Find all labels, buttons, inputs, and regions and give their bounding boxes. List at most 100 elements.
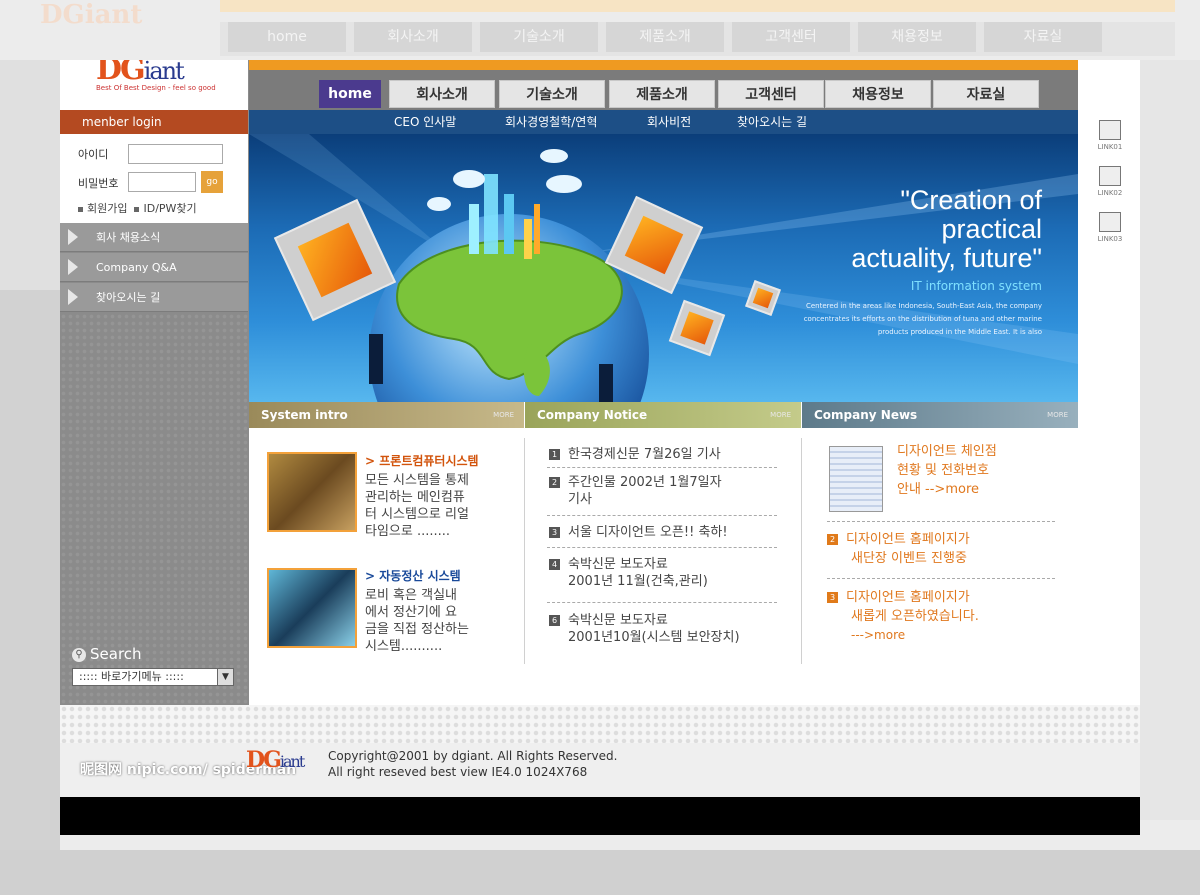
ghost-nav-item: 채용정보	[858, 22, 976, 52]
select-value: ::::: 바로가기메뉴 :::::	[79, 670, 184, 683]
main-nav: home 회사소개 기술소개 제품소개 고객센터 채용정보 자료실	[249, 70, 1078, 110]
login-links: 회원가입 ID/PW찾기	[78, 200, 197, 216]
more-link[interactable]: MORE	[1047, 402, 1068, 428]
notice-item[interactable]: 4 숙박신문 보도자료 2001년 11월(건축,관리)	[549, 556, 779, 590]
system-item-title[interactable]: > 자동정산 시스템	[365, 567, 461, 584]
nav-home[interactable]: home	[319, 80, 381, 108]
ghost-nav-item: 자료실	[984, 22, 1102, 52]
id-input[interactable]	[128, 144, 223, 164]
company-notice-header: Company Notice MORE	[525, 402, 801, 428]
divider	[827, 521, 1055, 522]
text-line: 타임으로 ........	[365, 524, 451, 539]
news-text: 새단장 이벤트 진행중	[851, 551, 967, 566]
content-panels: System intro MORE Company Notice MORE Comp…	[249, 402, 1078, 735]
id-label: 아이디	[78, 148, 109, 161]
more-link[interactable]: MORE	[493, 402, 514, 428]
website-window: DGiant Best Of Best Design - feel so goo…	[60, 60, 1140, 835]
sub-nav-vision[interactable]: 회사비전	[647, 110, 691, 134]
nav-tab-support[interactable]: 고객센터	[718, 80, 824, 108]
notice-item[interactable]: 2 주간인물 2002년 1월7일자 기사	[549, 474, 779, 508]
notice-item[interactable]: 1 한국경제신문 7월26일 기사	[549, 446, 779, 463]
arrow-icon	[68, 289, 78, 305]
system-item-text: 로비 혹은 객실내 에서 정산기에 요 금을 직접 정산하는 시스템......…	[365, 587, 469, 655]
copyright-line: Copyright@2001 by dgiant. All Rights Res…	[328, 749, 618, 763]
logo: DGiant	[96, 60, 185, 87]
accent-bar	[249, 60, 1078, 70]
divider	[547, 515, 777, 516]
ghost-nav: home 회사소개 기술소개 제품소개 고객센터 채용정보 자료실	[220, 22, 1175, 56]
copyright: Copyright@2001 by dgiant. All Rights Res…	[328, 748, 617, 780]
link-02[interactable]: LINK02	[1090, 166, 1130, 197]
company-news-header: Company News MORE	[802, 402, 1078, 428]
hero-title-line: "Creation of	[900, 185, 1042, 215]
left-sidebar: DGiant Best Of Best Design - feel so goo…	[60, 60, 248, 735]
sub-nav-philosophy[interactable]: 회사경영철학/연혁	[505, 110, 597, 134]
notice-item[interactable]: 6 숙박신문 보도자료 2001년10월(시스템 보안장치)	[549, 612, 779, 646]
password-label: 비밀번호	[78, 177, 119, 190]
notice-text: 2001년 11월(건축,관리)	[568, 574, 708, 589]
logo-tagline: Best Of Best Design - feel so good	[96, 84, 216, 92]
search-icon: ⚲	[72, 647, 86, 662]
text-line: 금을 직접 정산하는	[365, 622, 469, 637]
join-link[interactable]: 회원가입	[87, 202, 127, 215]
number-icon: 4	[549, 559, 560, 570]
side-menu-label: Company Q&A	[96, 261, 177, 274]
logo-area[interactable]: DGiant Best Of Best Design - feel so goo…	[60, 60, 248, 110]
hero-title: "Creation of practical actuality, future…	[851, 186, 1042, 273]
nav-tab-products[interactable]: 제품소개	[609, 80, 715, 108]
notice-text: 서울 디자이언트 오픈!! 축하!	[568, 525, 728, 540]
hero-subtitle: IT information system	[910, 279, 1042, 293]
system-thumbnail[interactable]	[267, 452, 357, 532]
divider	[547, 467, 777, 468]
divider	[547, 547, 777, 548]
arrow-icon	[68, 259, 78, 275]
system-thumbnail[interactable]	[267, 568, 357, 648]
panel-title: Company Notice	[537, 408, 648, 422]
news-item[interactable]: 3 디자이언트 홈페이지가 새롭게 오픈하였습니다. --->more	[827, 588, 979, 645]
news-text: 디자이언트 홈페이지가	[846, 532, 970, 547]
system-intro-header: System intro MORE	[249, 402, 524, 428]
divider	[827, 578, 1055, 579]
link-03[interactable]: LINK03	[1090, 212, 1130, 243]
side-menu-recruit[interactable]: 회사 채용소식	[60, 223, 248, 252]
news-more-link[interactable]: --->more	[827, 626, 979, 645]
news-item[interactable]: 2 디자이언트 홈페이지가 새단장 이벤트 진행중	[827, 530, 970, 568]
nav-tab-archive[interactable]: 자료실	[933, 80, 1039, 108]
chevron-down-icon: ▼	[217, 669, 233, 685]
side-menu-qna[interactable]: Company Q&A	[60, 253, 248, 282]
nav-tab-careers[interactable]: 채용정보	[825, 80, 931, 108]
number-icon: 1	[549, 449, 560, 460]
password-input[interactable]	[128, 172, 196, 192]
side-menu-label: 회사 채용소식	[96, 231, 161, 244]
main-content: home 회사소개 기술소개 제품소개 고객센터 채용정보 자료실 CEO 인사…	[249, 60, 1078, 735]
system-item-text: 모든 시스템을 통제 관리하는 메인컴퓨 터 시스템으로 리얼 타임으로 ...…	[365, 472, 469, 540]
text-line: 모든 시스템을 통제	[365, 473, 469, 488]
login-go-button[interactable]: go	[201, 171, 223, 193]
divider	[801, 438, 802, 664]
find-id-pw-link[interactable]: ID/PW찾기	[143, 202, 196, 215]
nav-tab-technology[interactable]: 기술소개	[499, 80, 605, 108]
link-label: LINK03	[1097, 235, 1123, 243]
side-menu-directions[interactable]: 찾아오시는 길	[60, 283, 248, 312]
ghost-sidebar	[0, 60, 60, 290]
link-label: LINK02	[1097, 189, 1123, 197]
link-01[interactable]: LINK01	[1090, 120, 1130, 151]
text-line: 로비 혹은 객실내	[365, 588, 457, 603]
panel-title: System intro	[261, 408, 348, 422]
news-thumbnail[interactable]	[829, 446, 883, 512]
news-item[interactable]: 디자이언트 체인점 현황 및 전화번호 안내 -->more	[897, 442, 997, 499]
quick-menu-select[interactable]: ::::: 바로가기메뉴 ::::: ▼	[72, 668, 234, 686]
nav-tab-company[interactable]: 회사소개	[389, 80, 495, 108]
sub-nav-ceo[interactable]: CEO 인사말	[394, 110, 456, 134]
ghost-top-bar	[220, 0, 1175, 12]
system-item-title[interactable]: > 프론트컴퓨터시스템	[365, 452, 479, 469]
ghost-nav-item: 고객센터	[732, 22, 850, 52]
item-title-text: 자동정산 시스템	[379, 569, 461, 583]
footer-pattern	[60, 705, 1140, 743]
bullet-icon	[134, 206, 140, 212]
number-icon: 6	[549, 615, 560, 626]
text-line: 에서 정산기에 요	[365, 605, 457, 620]
more-link[interactable]: MORE	[770, 402, 791, 428]
notice-item[interactable]: 3 서울 디자이언트 오픈!! 축하!	[549, 524, 779, 541]
sub-nav-directions[interactable]: 찾아오시는 길	[737, 110, 807, 134]
